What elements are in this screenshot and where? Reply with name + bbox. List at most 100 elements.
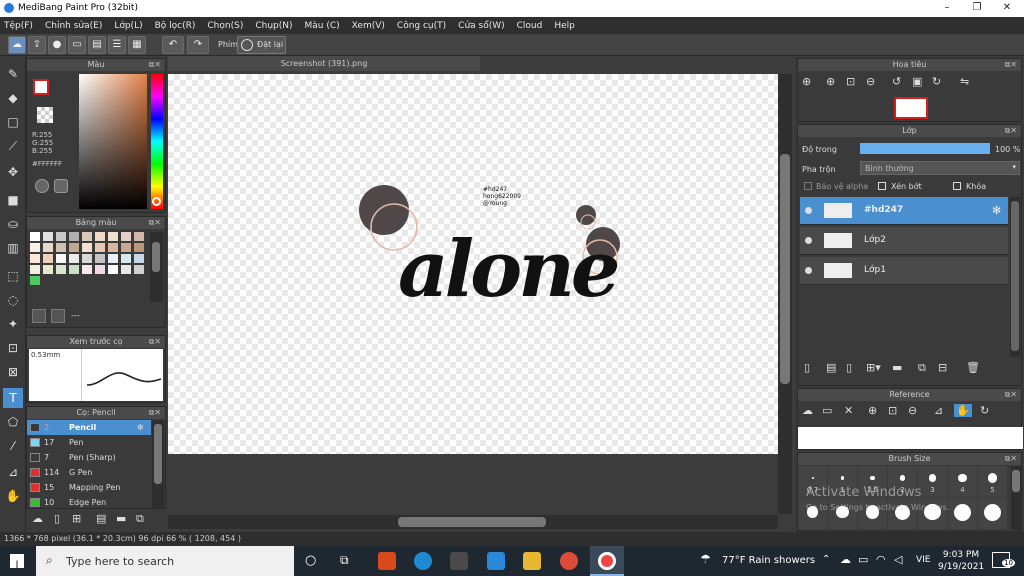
office-app-icon[interactable] (378, 552, 396, 570)
brush-size-scrollbar[interactable] (1011, 466, 1021, 530)
palette-swatch[interactable] (69, 265, 79, 274)
palette-swatch[interactable] (56, 232, 66, 241)
bucket-tool-icon[interactable]: ⛀ (3, 214, 23, 234)
brush-list-scrollbar-thumb[interactable] (154, 424, 162, 484)
palette-swatch[interactable] (30, 243, 40, 252)
delete-palette-icon[interactable] (51, 309, 65, 323)
menu-cloud[interactable]: Cloud (517, 21, 543, 31)
canvas-vscroll-thumb[interactable] (780, 154, 790, 384)
cloud-icon[interactable]: ☁ (802, 404, 813, 417)
tray-chevron-icon[interactable]: ⌃ (822, 554, 830, 565)
palette-swatch[interactable] (95, 232, 105, 241)
palette-swatches[interactable] (30, 232, 148, 298)
zoom-in-icon[interactable]: ⊕ (868, 404, 877, 417)
gradient-tool-icon[interactable]: ▥ (3, 238, 23, 258)
foreground-color-swatch[interactable] (33, 79, 49, 95)
hand-icon[interactable]: ✋ (954, 404, 972, 417)
close-button[interactable]: ✕ (992, 0, 1022, 17)
cloud-icon[interactable]: ☁ (8, 36, 26, 54)
palette-swatch[interactable] (134, 265, 144, 274)
panel-close-icon[interactable]: ⧉✕ (149, 336, 161, 348)
layer-row-lop2[interactable]: Lớp2 (800, 227, 1008, 255)
task-view-icon[interactable]: ⧉ (340, 553, 349, 568)
minimize-button[interactable]: – (932, 0, 962, 17)
palette-swatch[interactable] (43, 254, 53, 263)
new-layer-icon[interactable]: ▯ (804, 361, 810, 374)
new-brush-icon[interactable]: ▯ (54, 512, 60, 525)
brush-item-pen-sharp[interactable]: 7 Pen (Sharp) (27, 450, 151, 465)
clipping-checkbox[interactable] (878, 182, 886, 190)
palette-icon[interactable] (35, 179, 49, 193)
menu-window[interactable]: Cửa sổ(W) (458, 21, 504, 31)
text-tool-icon[interactable]: T (3, 388, 23, 408)
divide-tool-icon[interactable]: ⁄ (3, 436, 23, 456)
brush-item-edge-pen[interactable]: 10 Edge Pen (27, 495, 151, 510)
clock[interactable]: 9:03 PM 9/19/2021 (938, 549, 984, 573)
palette-swatch[interactable] (108, 232, 118, 241)
hand-tool-icon[interactable]: ✋ (3, 486, 23, 506)
menu-help[interactable]: Help (554, 21, 575, 31)
menu-view[interactable]: Xem(V) (352, 21, 385, 31)
grid-icon[interactable]: ▦ (128, 36, 146, 54)
palette-swatch[interactable] (30, 265, 40, 274)
saturation-value-picker[interactable] (79, 74, 147, 209)
dot-tool-icon[interactable]: ⟋ (3, 136, 23, 156)
folder-icon[interactable]: ▬ (116, 512, 126, 525)
zoom-out-icon[interactable]: ⊖ (908, 404, 917, 417)
palette-swatch[interactable] (30, 254, 40, 263)
palette-swatch[interactable] (121, 232, 131, 241)
medibang-taskbar-button[interactable] (590, 546, 624, 576)
menu-snap[interactable]: Chụp(N) (255, 21, 292, 31)
merge-layer-icon[interactable]: ⊟ (938, 361, 947, 374)
document-tab[interactable]: Screenshot (391).png (168, 56, 480, 71)
rectangle-tool-icon[interactable]: □ (3, 112, 23, 132)
palette-swatch[interactable] (56, 265, 66, 274)
language-indicator[interactable]: VIE (916, 555, 931, 565)
brush-item-mapping-pen[interactable]: 15 Mapping Pen (27, 480, 151, 495)
palette-swatch[interactable] (121, 243, 131, 252)
palette-swatch[interactable] (121, 265, 131, 274)
flip-icon[interactable]: ⇋ (960, 75, 969, 88)
palette-swatch[interactable] (82, 254, 92, 263)
fit-window-icon[interactable]: ⊡ (846, 75, 855, 88)
eraser-tool-icon[interactable]: ◆ (3, 88, 23, 108)
message-icon[interactable]: ▭ (68, 36, 86, 54)
navigator-thumbnail[interactable] (894, 97, 928, 119)
notification-icon[interactable]: 10 (992, 552, 1015, 568)
palette-swatch[interactable] (30, 276, 40, 285)
redo-icon[interactable]: ↷ (187, 36, 209, 54)
brush-size-cell[interactable]: 5 (978, 466, 1007, 497)
new-halftone-layer-icon[interactable]: ▤ (826, 361, 836, 374)
background-color-swatch[interactable] (37, 107, 53, 123)
actual-size-icon[interactable]: ▣ (912, 75, 922, 88)
panel-close-icon[interactable]: ⧉✕ (149, 217, 161, 229)
operation-tool-icon[interactable]: ⬠ (3, 412, 23, 432)
visibility-eye-icon[interactable] (805, 237, 812, 244)
palette-scrollbar[interactable] (150, 232, 163, 302)
palette-swatch[interactable] (95, 243, 105, 252)
hue-slider-handle[interactable] (152, 197, 161, 206)
select-tool-icon[interactable]: ⬚ (3, 266, 23, 286)
brush-size-scroll-thumb[interactable] (1012, 470, 1020, 492)
brush-list-scrollbar[interactable] (152, 420, 164, 508)
gear-icon[interactable]: ✻ (992, 204, 1001, 217)
menu-edit[interactable]: Chỉnh sửa(E) (45, 21, 102, 31)
maximize-button[interactable]: ❐ (962, 0, 992, 17)
brush-item-g-pen[interactable]: 114 G Pen (27, 465, 151, 480)
palette-swatch[interactable] (82, 243, 92, 252)
palette-swatch[interactable] (134, 254, 144, 263)
store-icon[interactable] (450, 552, 468, 570)
menu-file[interactable]: Tệp(F) (4, 21, 33, 31)
brush-settings-icon[interactable]: ▤ (96, 512, 106, 525)
palette-swatch[interactable] (56, 254, 66, 263)
duplicate-layer-icon[interactable]: ⧉ (918, 361, 926, 375)
layer-row-hd247[interactable]: #hd247 ✻ (800, 197, 1008, 225)
comment-icon[interactable]: ● (48, 36, 66, 54)
brush-size-cell[interactable]: 4 (948, 466, 977, 497)
open-folder-icon[interactable]: ▭ (822, 404, 832, 417)
palette-swatch[interactable] (82, 232, 92, 241)
new-text-layer-icon[interactable]: ▯ (846, 361, 852, 374)
windows-start-icon[interactable] (10, 554, 24, 568)
edge-browser-icon[interactable] (414, 552, 432, 570)
add-brush-icon[interactable]: ⊞ (72, 512, 81, 525)
